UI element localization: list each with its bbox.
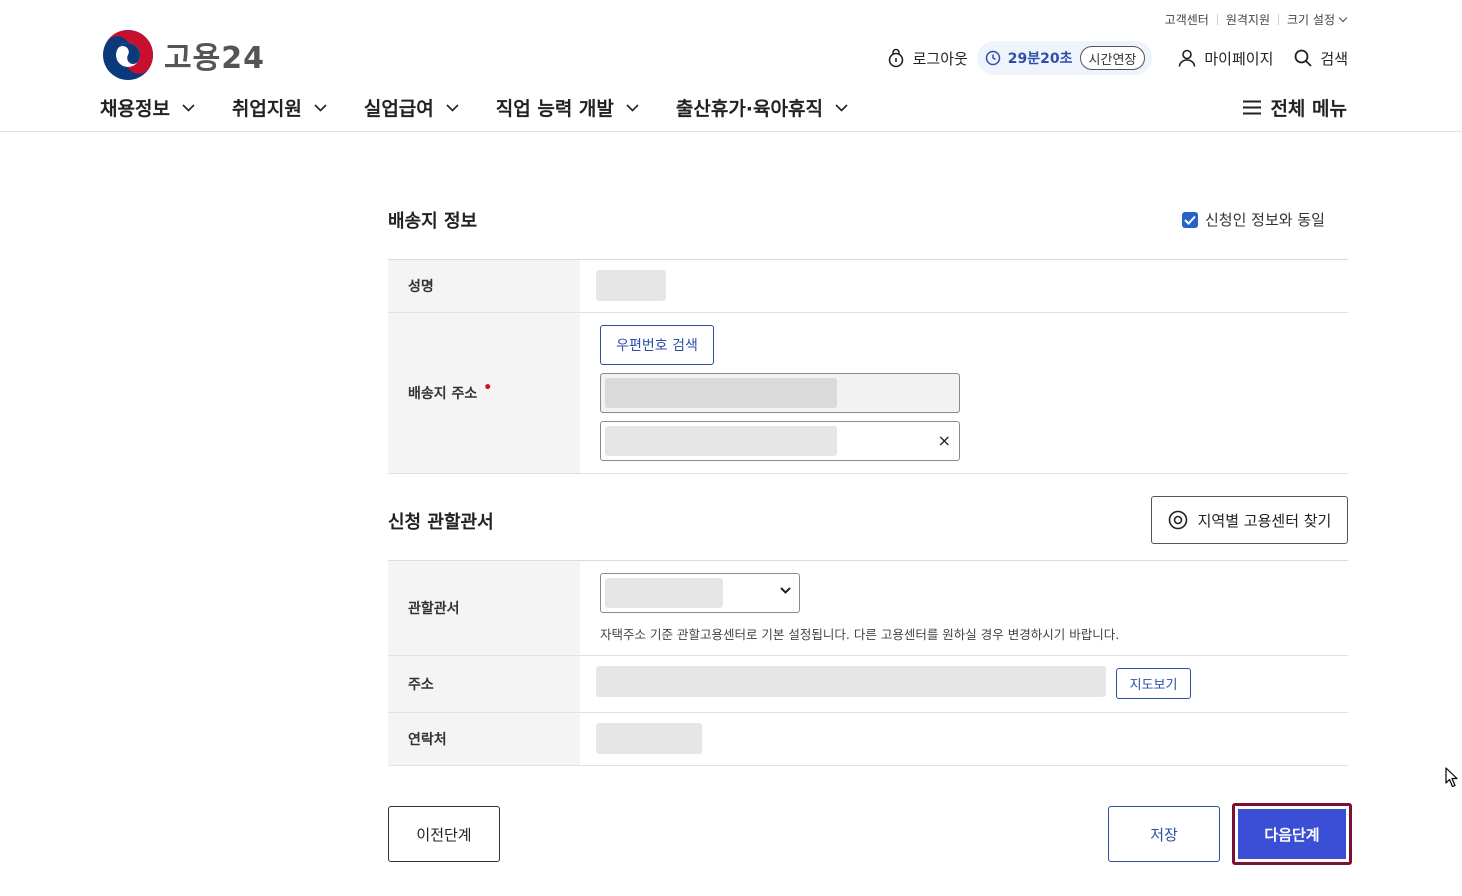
logout-button[interactable]: 로그아웃 bbox=[887, 48, 968, 69]
extend-session-button[interactable]: 시간연장 bbox=[1079, 46, 1146, 70]
mypage-link[interactable]: 마이페이지 bbox=[1178, 48, 1273, 69]
user-icon bbox=[1179, 49, 1196, 67]
name-header: 성명 bbox=[388, 260, 580, 312]
chevron-down-icon bbox=[1338, 13, 1348, 22]
redacted-name bbox=[596, 270, 666, 301]
mouse-cursor-icon bbox=[1445, 767, 1458, 788]
contact-header: 연락처 bbox=[388, 713, 580, 765]
nav-label: 직업 능력 개발 bbox=[495, 98, 614, 120]
find-regional-center-button[interactable]: 지역별 고용센터 찾기 bbox=[1151, 496, 1348, 544]
office-address-value: 지도보기 bbox=[580, 656, 1348, 712]
nav-item-jobs[interactable]: 채용정보 bbox=[100, 94, 195, 121]
nav-item-employment-support[interactable]: 취업지원 bbox=[232, 94, 327, 121]
main-nav: 채용정보 취업지원 실업급여 직업 능력 개발 출산휴가·육아휴직 bbox=[100, 94, 885, 121]
office-note: 자택주소 기준 관할고용센터로 기본 설정됩니다. 다른 고용센터를 원하실 경… bbox=[600, 627, 1120, 642]
table-row-office-address: 주소 지도보기 bbox=[388, 656, 1348, 713]
office-value: 자택주소 기준 관할고용센터로 기본 설정됩니다. 다른 고용센터를 원하실 경… bbox=[580, 561, 1348, 655]
font-size-setting[interactable]: 크기 설정 bbox=[1287, 11, 1335, 28]
address-value: 우편번호 검색 × bbox=[580, 313, 1348, 473]
customer-center-link[interactable]: 고객센터 bbox=[1165, 11, 1209, 28]
checkbox-checked-icon[interactable] bbox=[1182, 211, 1198, 228]
header-divider bbox=[0, 131, 1462, 132]
same-as-applicant-label: 신청인 정보와 동일 bbox=[1205, 211, 1325, 229]
nav-item-parental-leave[interactable]: 출산휴가·육아휴직 bbox=[676, 94, 848, 121]
next-step-focus-ring: 다음단계 bbox=[1232, 803, 1352, 865]
divider bbox=[1216, 14, 1218, 25]
find-center-label: 지역별 고용센터 찾기 bbox=[1197, 511, 1332, 530]
hamburger-icon bbox=[1243, 100, 1262, 115]
office-address-label: 주소 bbox=[408, 677, 434, 693]
office-select[interactable] bbox=[600, 573, 800, 613]
remote-support-link[interactable]: 원격지원 bbox=[1226, 11, 1270, 28]
table-row-contact: 연락처 bbox=[388, 713, 1348, 766]
delivery-table: 성명 배송지 주소 • 우편번호 검색 × bbox=[388, 259, 1348, 474]
address-label: 배송지 주소 bbox=[408, 386, 478, 402]
redacted-detail-address bbox=[605, 426, 837, 456]
previous-step-button[interactable]: 이전단계 bbox=[388, 806, 500, 862]
office-header: 관할관서 bbox=[388, 561, 580, 655]
nav-label: 취업지원 bbox=[231, 98, 302, 120]
chevron-down-icon bbox=[780, 587, 791, 594]
next-step-button[interactable]: 다음단계 bbox=[1238, 809, 1346, 859]
clock-icon bbox=[985, 50, 1001, 66]
search-icon bbox=[1294, 49, 1313, 67]
location-search-icon bbox=[1168, 510, 1187, 530]
all-menu-label: 전체 메뉴 bbox=[1270, 98, 1347, 120]
clear-input-icon[interactable]: × bbox=[938, 431, 951, 450]
delivery-section-title: 배송지 정보 bbox=[388, 211, 478, 232]
zipcode-search-button[interactable]: 우편번호 검색 bbox=[600, 325, 714, 365]
chevron-down-icon bbox=[835, 103, 848, 112]
logout-label: 로그아웃 bbox=[912, 49, 968, 68]
nav-item-unemployment-benefits[interactable]: 실업급여 bbox=[364, 94, 459, 121]
view-map-button[interactable]: 지도보기 bbox=[1116, 668, 1191, 699]
office-label: 관할관서 bbox=[408, 601, 460, 617]
chevron-down-icon bbox=[314, 103, 327, 112]
table-row-address: 배송지 주소 • 우편번호 검색 × bbox=[388, 313, 1348, 474]
redacted-office-address bbox=[596, 666, 1106, 697]
office-address-header: 주소 bbox=[388, 656, 580, 712]
session-timer: 29분20초 시간연장 bbox=[976, 41, 1153, 75]
redacted-address bbox=[605, 378, 837, 408]
redacted-office bbox=[605, 578, 723, 608]
table-row-office: 관할관서 자택주소 기준 관할고용센터로 기본 설정됩니다. 다른 고용센터를 … bbox=[388, 561, 1348, 656]
search-label: 검색 bbox=[1320, 49, 1348, 68]
chevron-down-icon bbox=[626, 103, 639, 112]
nav-label: 출산휴가·육아휴직 bbox=[675, 98, 823, 120]
nav-label: 실업급여 bbox=[363, 98, 434, 120]
chevron-down-icon bbox=[182, 103, 195, 112]
base-address-input[interactable] bbox=[600, 373, 960, 413]
utility-bar: 고객센터 원격지원 크기 설정 bbox=[1165, 11, 1348, 28]
mypage-label: 마이페이지 bbox=[1204, 49, 1274, 68]
lock-icon bbox=[888, 48, 903, 68]
nav-item-vocational-training[interactable]: 직업 능력 개발 bbox=[496, 94, 639, 121]
site-logo[interactable]: 고용24 bbox=[102, 29, 265, 81]
divider bbox=[1278, 14, 1280, 25]
office-table: 관할관서 자택주소 기준 관할고용센터로 기본 설정됩니다. 다른 고용센터를 … bbox=[388, 560, 1348, 766]
detail-address-input[interactable]: × bbox=[600, 421, 960, 461]
all-menu-button[interactable]: 전체 메뉴 bbox=[1243, 94, 1347, 121]
name-value bbox=[580, 260, 1348, 312]
header-actions: 로그아웃 29분20초 시간연장 마이페이지 검색 bbox=[887, 41, 1348, 75]
search-button[interactable]: 검색 bbox=[1294, 48, 1348, 69]
taegeuk-logo-icon bbox=[103, 30, 153, 80]
logo-text: 고용24 bbox=[164, 41, 265, 76]
contact-value bbox=[580, 713, 1348, 765]
address-header: 배송지 주소 • bbox=[388, 313, 580, 473]
name-label: 성명 bbox=[408, 279, 434, 295]
same-as-applicant-checkbox[interactable]: 신청인 정보와 동일 bbox=[1182, 209, 1325, 230]
contact-label: 연락처 bbox=[408, 732, 447, 748]
timer-value: 29분20초 bbox=[1007, 51, 1073, 67]
save-button[interactable]: 저장 bbox=[1108, 806, 1220, 862]
chevron-down-icon bbox=[446, 103, 459, 112]
table-row-name: 성명 bbox=[388, 260, 1348, 313]
nav-label: 채용정보 bbox=[100, 98, 170, 120]
required-mark: • bbox=[483, 380, 493, 396]
redacted-contact bbox=[596, 723, 702, 754]
office-section-title: 신청 관할관서 bbox=[388, 512, 494, 533]
